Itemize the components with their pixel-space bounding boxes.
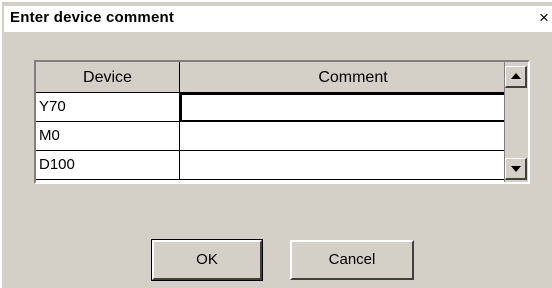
column-header-device[interactable]: Device — [36, 62, 180, 93]
device-comment-grid: Device Comment Y70 M0 D100 — [34, 60, 530, 184]
table-row: M0 — [36, 122, 526, 151]
table-row: D100 — [36, 151, 526, 180]
dialog-title: Enter device comment — [10, 9, 175, 26]
arrow-down-icon — [511, 166, 521, 172]
column-header-comment[interactable]: Comment — [180, 62, 526, 93]
comment-cell[interactable] — [180, 122, 526, 151]
comment-cell[interactable] — [180, 151, 526, 180]
device-cell[interactable]: Y70 — [36, 93, 180, 122]
device-cell[interactable]: M0 — [36, 122, 180, 151]
scroll-up-button[interactable] — [505, 66, 527, 88]
close-icon[interactable]: × — [534, 9, 552, 29]
comment-cell[interactable] — [180, 93, 526, 122]
device-cell[interactable]: D100 — [36, 151, 180, 180]
title-bar: Enter device comment × — [4, 6, 552, 32]
table-row: Y70 — [36, 93, 526, 122]
ok-button[interactable]: OK — [151, 239, 263, 281]
cancel-button[interactable]: Cancel — [290, 240, 414, 280]
grid-body: Device Comment Y70 M0 D100 — [36, 62, 526, 182]
scroll-down-button[interactable] — [505, 158, 527, 180]
vertical-scrollbar[interactable] — [504, 62, 528, 182]
enter-device-comment-dialog: Enter device comment × Device Comment Y7… — [0, 0, 552, 288]
arrow-up-icon — [511, 73, 521, 79]
